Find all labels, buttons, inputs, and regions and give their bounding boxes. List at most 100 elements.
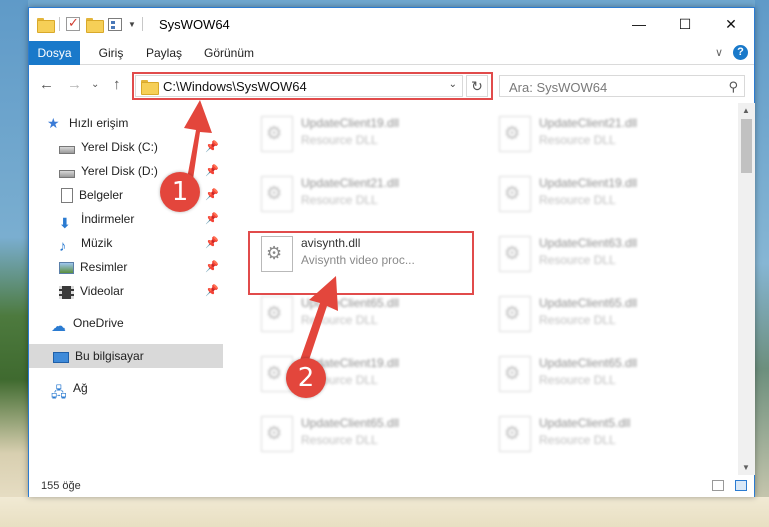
close-button[interactable]: ✕	[708, 8, 754, 40]
tab-view[interactable]: Görünüm	[199, 41, 259, 65]
tab-home[interactable]: Giriş	[91, 41, 131, 65]
file-description: Resource DLL	[539, 133, 616, 147]
file-item[interactable]: UpdateClient63.dll Resource DLL	[487, 226, 711, 280]
properties-icon[interactable]	[66, 15, 80, 31]
file-item[interactable]: UpdateClient65.dll Resource DLL	[249, 406, 473, 460]
nav-item-label: Bu bilgisayar	[75, 349, 144, 363]
pin-icon[interactable]: 📌	[205, 231, 219, 255]
customize-toolbar-chevron-icon[interactable]: ▼	[128, 20, 136, 29]
file-item[interactable]: UpdateClient19.dll Resource DLL	[249, 346, 473, 400]
nav-item-music[interactable]: ♪ Müzik 📌	[59, 231, 223, 255]
view-icon[interactable]	[108, 17, 122, 31]
dll-file-icon	[261, 176, 293, 212]
minimize-button[interactable]: —	[616, 8, 662, 40]
toolbar-separator	[59, 17, 60, 31]
file-description: Resource DLL	[539, 193, 616, 207]
vertical-scrollbar[interactable]: ▲ ▼	[738, 103, 755, 475]
help-icon[interactable]: ?	[733, 45, 748, 60]
file-name: UpdateClient65.dll	[301, 296, 400, 310]
nav-item-label: Resimler	[80, 260, 128, 274]
nav-item-this-pc[interactable]: Bu bilgisayar	[29, 344, 223, 368]
file-item[interactable]: UpdateClient5.dll Resource DLL	[487, 406, 711, 460]
file-description: Resource DLL	[539, 433, 616, 447]
window-controls: — ☐ ✕	[616, 8, 754, 40]
maximize-button[interactable]: ☐	[662, 8, 708, 40]
computer-icon	[53, 351, 69, 363]
scrollbar-thumb[interactable]	[741, 119, 752, 173]
new-folder-icon[interactable]	[86, 17, 104, 33]
nav-item-label: OneDrive	[73, 316, 124, 330]
forward-arrow-icon[interactable]: →	[67, 76, 82, 93]
up-arrow-icon[interactable]: ↑	[113, 76, 121, 93]
step-2-badge: 2	[286, 358, 326, 398]
downloads-icon: ⬇	[59, 215, 71, 231]
pin-icon[interactable]: 📌	[205, 207, 219, 231]
file-name: UpdateClient21.dll	[539, 116, 638, 130]
network-icon: 🖧	[51, 384, 67, 400]
dll-file-icon	[499, 236, 531, 272]
star-icon: ★	[47, 115, 60, 131]
dll-file-icon	[261, 296, 293, 332]
nav-item-onedrive[interactable]: ☁ OneDrive	[51, 311, 223, 335]
file-item[interactable]: UpdateClient65.dll Resource DLL	[487, 346, 711, 400]
file-item[interactable]: UpdateClient65.dll Resource DLL	[487, 286, 711, 340]
dll-file-icon	[499, 176, 531, 212]
tab-share[interactable]: Paylaş	[141, 41, 187, 65]
file-name: UpdateClient63.dll	[539, 236, 638, 250]
large-icons-view-icon[interactable]	[735, 480, 747, 491]
pin-icon[interactable]: 📌	[205, 279, 219, 303]
pictures-icon	[59, 262, 74, 274]
file-name: UpdateClient19.dll	[301, 116, 400, 130]
annotation-highlight-address	[132, 72, 493, 100]
nav-item-label: İndirmeler	[81, 212, 135, 226]
file-item[interactable]: UpdateClient21.dll Resource DLL	[487, 106, 711, 160]
pin-icon[interactable]: 📌	[205, 183, 219, 207]
file-description: Resource DLL	[539, 313, 616, 327]
step-1-badge: 1	[160, 172, 200, 212]
nav-item-label: Videolar	[80, 284, 124, 298]
status-bar: 155 öğe	[29, 475, 754, 497]
pin-icon[interactable]: 📌	[205, 255, 219, 279]
nav-item-pictures[interactable]: Resimler 📌	[59, 255, 223, 279]
nav-item-label: Yerel Disk (C:)	[81, 140, 158, 154]
nav-item-quick-access[interactable]: ★ Hızlı erişim	[47, 111, 223, 135]
file-description: Resource DLL	[539, 253, 616, 267]
nav-item-videos[interactable]: Videolar 📌	[59, 279, 223, 303]
videos-icon	[59, 285, 74, 299]
drive-icon	[59, 169, 75, 178]
folder-icon	[37, 17, 55, 33]
ribbon-expand-chevron-icon[interactable]: ∨	[715, 46, 723, 59]
dll-file-icon	[499, 116, 531, 152]
nav-item-local-disk-d[interactable]: Yerel Disk (D:) 📌	[59, 159, 223, 183]
nav-item-downloads[interactable]: ⬇ İndirmeler 📌	[59, 207, 223, 231]
file-item[interactable]: UpdateClient19.dll Resource DLL	[249, 106, 473, 160]
file-item[interactable]: UpdateClient19.dll Resource DLL	[487, 166, 711, 220]
dll-file-icon	[261, 416, 293, 452]
tab-file[interactable]: Dosya	[29, 41, 80, 65]
nav-item-local-disk-c[interactable]: Yerel Disk (C:) 📌	[59, 135, 223, 159]
pin-icon[interactable]: 📌	[205, 159, 219, 183]
dll-file-icon	[499, 296, 531, 332]
search-input[interactable]: Ara: SysWOW64 ⚲	[499, 75, 745, 97]
pin-icon[interactable]: 📌	[205, 135, 219, 159]
file-name: UpdateClient19.dll	[539, 176, 638, 190]
file-item[interactable]: UpdateClient21.dll Resource DLL	[249, 166, 473, 220]
file-description: Resource DLL	[301, 313, 378, 327]
nav-item-network[interactable]: 🖧 Ağ	[51, 376, 223, 400]
file-explorer-window: ▼ SysWOW64 — ☐ ✕ Dosya Giriş Paylaş Görü…	[28, 7, 755, 497]
back-arrow-icon[interactable]: ←	[39, 76, 54, 93]
nav-item-label: Ağ	[73, 381, 88, 395]
annotation-highlight-file	[248, 231, 474, 295]
file-name: UpdateClient65.dll	[539, 296, 638, 310]
recent-locations-chevron-icon[interactable]: ⌄	[91, 79, 99, 90]
file-name: UpdateClient21.dll	[301, 176, 400, 190]
scroll-up-arrow-icon[interactable]: ▲	[742, 106, 750, 115]
scroll-down-arrow-icon[interactable]: ▼	[742, 463, 750, 472]
file-name: UpdateClient65.dll	[301, 416, 400, 430]
desktop-wallpaper-right	[755, 0, 769, 527]
details-view-icon[interactable]	[712, 480, 724, 491]
search-icon[interactable]: ⚲	[728, 79, 738, 95]
music-icon: ♪	[59, 238, 67, 255]
file-description: Resource DLL	[539, 373, 616, 387]
item-count: 155 öğe	[41, 480, 81, 492]
